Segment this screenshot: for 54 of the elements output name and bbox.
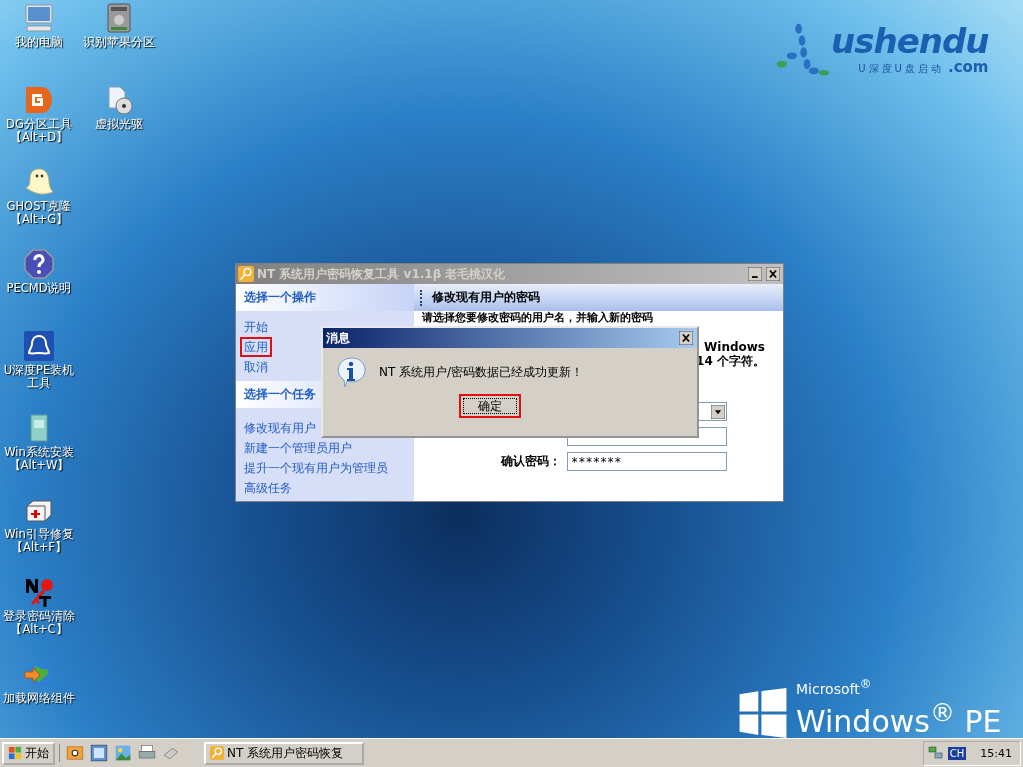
hotkey-label: 【Alt+D】 [9,131,69,144]
letter-g-tile-icon[interactable] [23,84,55,116]
info-icon [335,356,367,388]
brand-tagline: U深度U盘启动 [858,62,944,76]
icon-label[interactable]: 加载网络组件 [3,692,75,705]
ghost-badge-icon[interactable] [23,330,55,362]
hotkey-label: 【Alt+G】 [9,213,69,226]
dialog-message: NT 系统用户/密码数据已经成功更新！ [379,363,584,381]
close-icon[interactable] [765,267,781,281]
password-field[interactable]: ******* [567,452,727,471]
picture-frame-icon[interactable] [90,744,108,762]
ok-button[interactable]: 确定 [459,394,521,418]
clock: 15:41 [980,746,1012,760]
start-button[interactable]: 开始 [2,741,55,765]
task-link[interactable]: 应用 [240,337,272,357]
task-link[interactable]: 高级任务 [240,478,296,498]
icon-label[interactable]: DG分区工具 [6,118,72,131]
icon-label[interactable]: PECMD说明 [6,282,72,295]
field-label: 确认密码： [501,453,561,470]
os-product: Windows$^{®}$ PE [796,697,1002,738]
windows-flag-icon [8,746,22,760]
hotkey-label: 【Alt+F】 [11,541,67,554]
close-icon[interactable] [678,331,694,345]
printer-icon[interactable] [138,744,156,762]
icon-label[interactable]: Win引导修复 [4,528,74,541]
ghost-icon[interactable] [23,166,55,198]
os-vendor: Microsoft$^{®}$ [796,677,873,697]
task-link[interactable]: 新建一个管理员用户 [240,438,356,458]
language-indicator[interactable]: CH [947,746,967,760]
brand-name: ushendu [831,24,989,58]
dialog-title: 消息 [326,329,350,347]
pictures-icon[interactable] [114,744,132,762]
icon-label[interactable]: 登录密码清除 [3,610,75,623]
network-icon[interactable] [927,745,944,761]
taskbar-button[interactable]: NT 系统用户密码恢复 [204,741,364,765]
section-heading: 选择一个操作 [236,284,414,311]
panel-title: 修改现有用户的密码 [432,289,540,306]
icon-label[interactable]: GHOST克隆 [6,200,72,213]
task-link[interactable]: 开始 [240,317,272,337]
hotkey-label: 【Alt+W】 [8,459,70,472]
minimize-icon[interactable] [747,267,763,281]
question-icon[interactable] [23,248,55,280]
icon-label[interactable]: U深度PE装机工具 [0,364,78,390]
hotkey-label: 【Alt+C】 [10,623,68,636]
brand-suffix: .com [947,58,989,76]
icon-label[interactable]: Win系统安装 [4,446,74,459]
note-text: Windows [704,340,765,354]
task-link[interactable]: 修改现有用户 [240,418,320,438]
bead-arc-icon [775,22,829,76]
task-link[interactable]: 提升一个现有用户为管理员 [240,458,392,478]
monitor-icon[interactable] [23,2,55,34]
intro-text: 请选择您要修改密码的用户名，并输入新的密码 [421,311,654,324]
task-link[interactable]: 取消 [240,357,272,377]
icon-label[interactable]: 虚拟光驱 [95,118,143,131]
